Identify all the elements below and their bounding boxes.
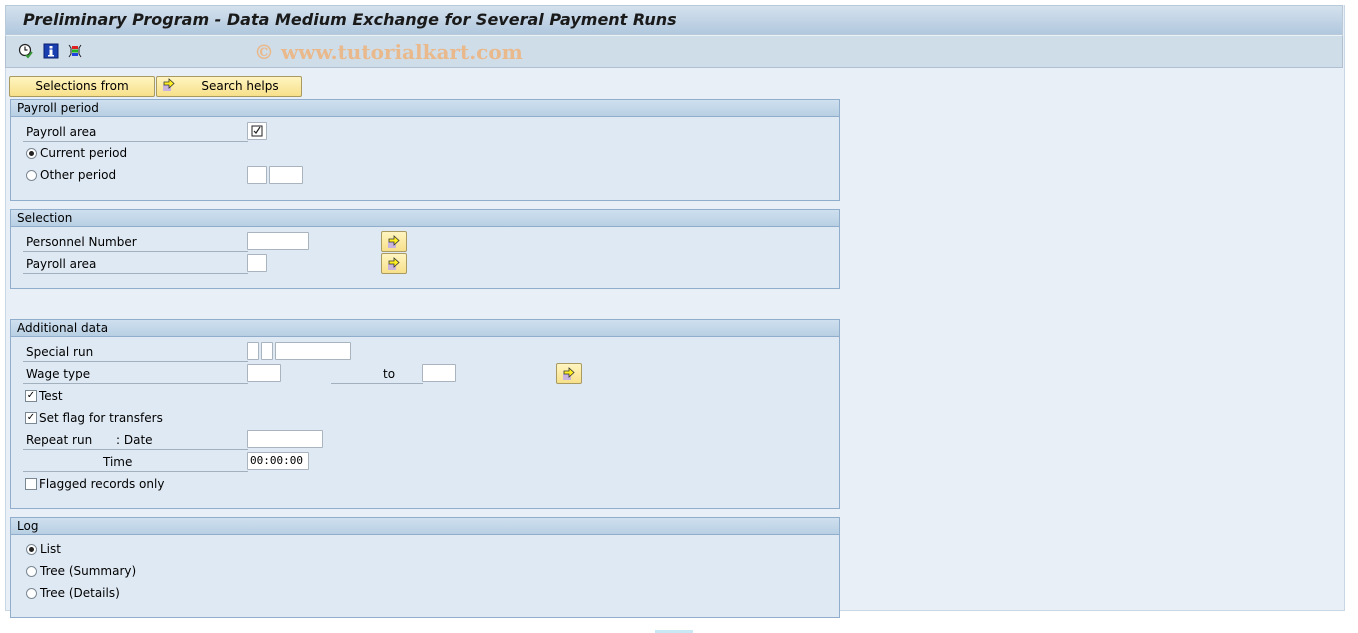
divider: [23, 273, 248, 274]
personnel-number-input[interactable]: [247, 232, 309, 250]
log-tree-details-label: Tree (Details): [40, 586, 120, 600]
group-title: Selection: [11, 210, 839, 227]
other-period-radio[interactable]: [26, 170, 37, 181]
group-title: Payroll period: [11, 100, 839, 117]
log-list-radio[interactable]: [26, 544, 37, 555]
payroll-period-group: Payroll period Payroll area Current peri…: [10, 99, 840, 201]
log-group: Log List Tree (Summary) Tree (Details): [10, 517, 840, 618]
group-title: Log: [11, 518, 839, 535]
log-tree-summary-radio[interactable]: [26, 566, 37, 577]
execute-clock-icon[interactable]: [18, 43, 34, 59]
log-tree-summary-label: Tree (Summary): [40, 564, 137, 578]
search-helps-button[interactable]: Search helps: [156, 76, 302, 97]
set-flag-label: Set flag for transfers: [39, 411, 163, 425]
variant-icon[interactable]: [67, 43, 83, 59]
wage-type-multiple-selection-button[interactable]: [556, 363, 582, 384]
other-period-input-1[interactable]: [247, 166, 267, 184]
personnel-number-multiple-selection-button[interactable]: [381, 231, 407, 252]
log-list-label: List: [40, 542, 61, 556]
divider: [23, 141, 248, 142]
title-bar: Preliminary Program - Data Medium Exchan…: [5, 5, 1343, 35]
wage-type-label: Wage type: [26, 367, 91, 381]
divider: [331, 383, 423, 384]
date-label: : Date: [116, 433, 153, 447]
group-title: Additional data: [11, 320, 839, 337]
special-run-input-2[interactable]: [261, 342, 273, 360]
info-icon[interactable]: [43, 43, 59, 59]
selection-payroll-area-label: Payroll area: [26, 257, 97, 271]
divider: [23, 251, 248, 252]
additional-data-group: Additional data Special run Wage type to…: [10, 319, 840, 509]
repeat-run-label: Repeat run: [26, 433, 93, 447]
watermark: © www.tutorialkart.com: [254, 40, 523, 64]
test-label: Test: [39, 389, 63, 403]
set-flag-checkbox[interactable]: ✓: [25, 412, 37, 424]
time-label: Time: [103, 455, 133, 469]
divider: [23, 383, 248, 384]
flagged-records-checkbox[interactable]: [25, 478, 37, 490]
search-helps-label: Search helps: [201, 79, 279, 93]
payroll-area-multiple-selection-button[interactable]: [381, 253, 407, 274]
page-title: Preliminary Program - Data Medium Exchan…: [23, 10, 677, 29]
flagged-records-label: Flagged records only: [39, 477, 165, 491]
selections-from-button[interactable]: Selections from: [9, 76, 155, 97]
personnel-number-label: Personnel Number: [26, 235, 137, 249]
current-period-label: Current period: [40, 146, 128, 160]
to-label: to: [383, 367, 396, 381]
divider: [23, 471, 248, 472]
other-period-input-2[interactable]: [269, 166, 303, 184]
special-run-label: Special run: [26, 345, 94, 359]
special-run-input-1[interactable]: [247, 342, 259, 360]
wage-type-from-input[interactable]: [247, 364, 281, 382]
arrow-right-icon: [162, 78, 176, 98]
application-toolbar: © www.tutorialkart.com: [5, 35, 1343, 68]
other-period-label: Other period: [40, 168, 117, 182]
divider: [23, 361, 248, 362]
special-run-input-3[interactable]: [275, 342, 351, 360]
payroll-area-input[interactable]: [247, 254, 267, 272]
log-tree-details-radio[interactable]: [26, 588, 37, 599]
wage-type-to-input[interactable]: [422, 364, 456, 382]
test-checkbox[interactable]: ✓: [25, 390, 37, 402]
repeat-run-time-input[interactable]: 00:00:00: [247, 452, 309, 470]
current-period-radio[interactable]: [26, 148, 37, 159]
payroll-area-label: Payroll area: [26, 125, 97, 139]
divider: [23, 449, 248, 450]
repeat-run-date-input[interactable]: [247, 430, 323, 448]
payroll-area-checkbox[interactable]: [247, 122, 267, 140]
selection-group: Selection Personnel Number Payroll area: [10, 209, 840, 289]
